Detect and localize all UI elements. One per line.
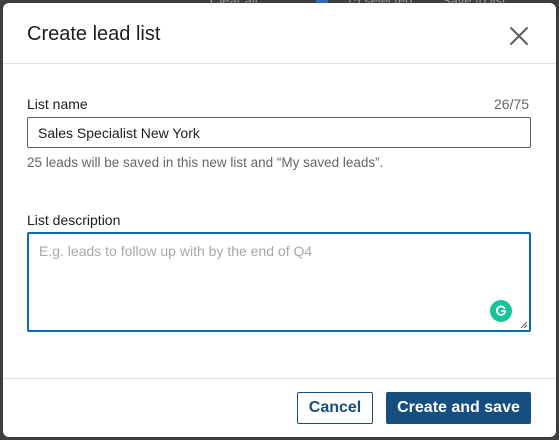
list-description-textarea[interactable] — [27, 232, 531, 332]
close-icon — [510, 27, 528, 45]
dialog-header: Create lead list — [3, 3, 556, 64]
list-name-label: List name — [27, 96, 88, 112]
list-name-char-counter: 26/75 — [494, 96, 530, 112]
resize-handle-icon[interactable] — [520, 321, 528, 329]
list-description-label: List description — [27, 212, 121, 228]
grammarly-icon[interactable] — [490, 300, 512, 322]
create-lead-list-dialog: Create lead list List name 26/75 25 lead… — [3, 3, 556, 437]
list-name-helper-text: 25 leads will be saved in this new list … — [27, 155, 384, 170]
cancel-button[interactable]: Cancel — [297, 392, 373, 424]
list-description-field — [27, 232, 531, 332]
dialog-title: Create lead list — [27, 23, 161, 45]
list-name-input[interactable] — [27, 117, 531, 148]
close-button[interactable] — [507, 24, 531, 48]
dialog-footer: Cancel Create and save — [3, 378, 556, 437]
grammarly-g-glyph — [496, 305, 506, 316]
create-and-save-button[interactable]: Create and save — [386, 392, 531, 424]
